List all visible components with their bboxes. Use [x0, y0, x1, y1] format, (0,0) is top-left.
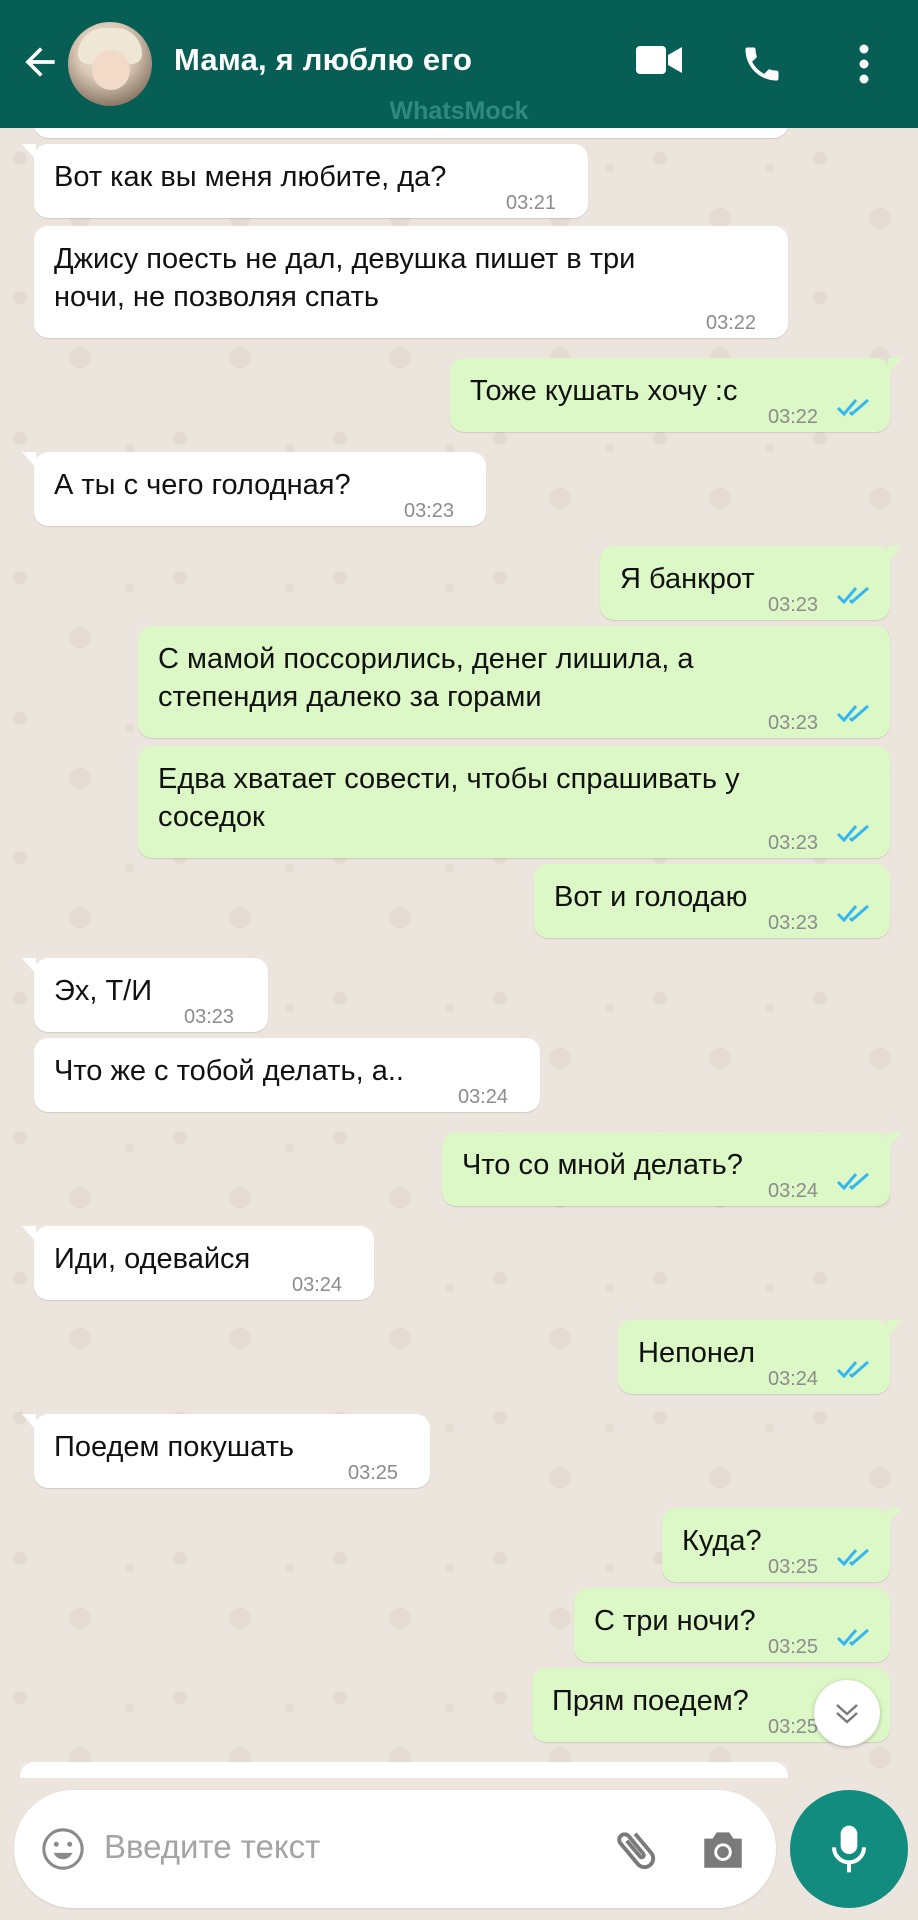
double-check-icon	[836, 1548, 869, 1567]
attach-icon[interactable]	[610, 1824, 662, 1876]
message-bubble: Что со мной делать? 03:24	[442, 1132, 902, 1206]
video-call-icon[interactable]	[636, 44, 682, 76]
message-time: 03:23	[404, 500, 455, 522]
message-time: 03:25	[768, 1636, 819, 1658]
message-bubble: Едва хватает совести, чтобы спрашивать у…	[138, 746, 890, 858]
message-bubble: Тоже кушать хочу :с 03:22	[450, 358, 902, 432]
message-time: 03:22	[706, 312, 757, 334]
message-text: А ты с чего голодная?	[54, 469, 351, 501]
message-bubble: С мамой поссорились, денег лишила, а сте…	[138, 626, 890, 738]
message-bubble: А ты с чего голодная? 03:23	[22, 452, 486, 526]
message-bubble-partial	[34, 128, 788, 138]
double-check-icon	[836, 398, 869, 417]
message-text: Тоже кушать хочу :с	[470, 375, 738, 407]
message-bubble: Куда? 03:25	[662, 1508, 902, 1582]
message-input-bar[interactable]: Введите текст	[14, 1790, 776, 1908]
message-time: 03:23	[768, 712, 819, 734]
message-text: Иди, одевайся	[54, 1243, 251, 1275]
message-bubble: Вот и голодаю 03:23	[534, 864, 890, 938]
message-bubble: Иди, одевайся 03:24	[22, 1226, 374, 1300]
message-time: 03:25	[768, 1716, 819, 1738]
double-check-icon	[836, 1360, 869, 1379]
message-time: 03:25	[768, 1556, 819, 1578]
double-check-icon	[836, 1628, 869, 1647]
message-time: 03:24	[292, 1274, 343, 1296]
message-time: 03:23	[768, 912, 819, 934]
message-bubble: Я банкрот 03:23	[600, 546, 902, 620]
message-text: Прям поедем?	[552, 1685, 749, 1717]
message-text: Я банкрот	[620, 563, 755, 595]
scroll-down-icon	[836, 1704, 858, 1724]
chat-title[interactable]: Мама, я люблю его	[174, 42, 472, 78]
message-text: Вот как вы меня любите, да?	[54, 161, 447, 193]
message-text: Эх, Т/И	[54, 975, 153, 1007]
mic-icon	[832, 1825, 866, 1873]
message-time: 03:24	[458, 1086, 509, 1108]
message-bubble: С три ночи? 03:25	[574, 1588, 890, 1662]
message-text: Непонел	[638, 1337, 756, 1369]
message-text: Куда?	[682, 1525, 762, 1557]
message-time: 03:23	[184, 1006, 235, 1028]
double-check-icon	[836, 586, 869, 605]
back-arrow-icon[interactable]	[18, 40, 62, 84]
mic-button[interactable]	[790, 1790, 908, 1908]
message-text: Вот и голодаю	[554, 881, 748, 913]
message-bubble: Эх, Т/И 03:23	[22, 958, 268, 1032]
message-input[interactable]: Введите текст	[104, 1828, 320, 1866]
message-bubble: Непонел 03:24	[618, 1320, 902, 1394]
message-bubble: Что же с тобой делать, а.. 03:24	[34, 1038, 540, 1112]
message-text: Едва хватает совести, чтобы спрашивать у…	[158, 763, 740, 833]
emoji-icon[interactable]	[40, 1826, 86, 1872]
avatar[interactable]	[68, 22, 152, 106]
message-bubble: Вот как вы меня любите, да? 03:21	[22, 144, 588, 218]
message-bubble: Поедем покушать 03:25	[22, 1414, 430, 1488]
message-time: 03:23	[768, 594, 819, 616]
message-text: Поедем покушать	[54, 1431, 295, 1463]
double-check-icon	[836, 824, 869, 843]
double-check-icon	[836, 904, 869, 923]
phone-icon[interactable]	[740, 42, 784, 86]
message-list[interactable]: Вот как вы меня любите, да? 03:21 Джису …	[0, 128, 918, 1778]
message-time: 03:25	[348, 1462, 399, 1484]
message-bubble: Джису поесть не дал, девушка пишет в три…	[34, 226, 788, 338]
message-text: С мамой поссорились, денег лишила, а сте…	[158, 643, 694, 713]
scroll-down-button[interactable]	[814, 1680, 880, 1746]
watermark: WhatsMock	[389, 97, 529, 125]
message-text: Что же с тобой делать, а..	[54, 1055, 404, 1087]
message-bubble-partial	[20, 1762, 788, 1778]
message-time: 03:24	[768, 1180, 819, 1202]
more-vert-icon[interactable]	[854, 44, 874, 84]
camera-icon[interactable]	[698, 1826, 748, 1872]
message-time: 03:24	[768, 1368, 819, 1390]
double-check-icon	[836, 1172, 869, 1191]
double-check-icon	[836, 704, 869, 723]
message-text: Джису поесть не дал, девушка пишет в три…	[54, 243, 636, 313]
message-text: Что со мной делать?	[462, 1149, 743, 1181]
message-time: 03:23	[768, 832, 819, 854]
message-text: С три ночи?	[594, 1605, 756, 1637]
message-time: 03:21	[506, 192, 557, 214]
message-time: 03:22	[768, 406, 819, 428]
